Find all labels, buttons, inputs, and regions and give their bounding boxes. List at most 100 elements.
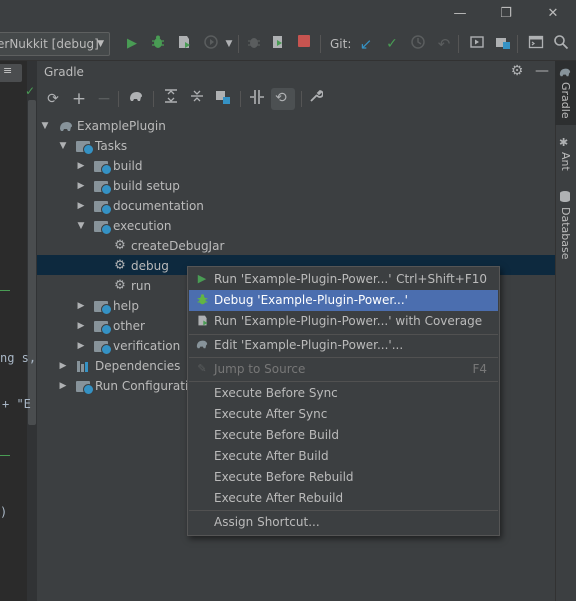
close-button[interactable]: ✕ xyxy=(541,4,565,24)
expand-arrow-icon[interactable]: ▶ xyxy=(76,296,86,316)
refresh-icon[interactable]: ⟳ xyxy=(43,89,63,109)
task-folder-icon xyxy=(94,181,112,195)
toolbar-divider xyxy=(458,35,459,53)
menu-item-shortcut: F4 xyxy=(472,362,487,376)
gear-icon: ⚙ xyxy=(114,238,126,253)
menu-item-debug[interactable]: Debug 'Example-Plugin-Power...' xyxy=(189,290,498,311)
menu-item-label: Execute Before Sync xyxy=(214,386,338,400)
restore-button[interactable]: ❐ xyxy=(494,4,518,24)
minimize-button[interactable]: — xyxy=(448,4,472,24)
run-configuration-select[interactable]: erNukkit [debug] ▼ xyxy=(0,32,110,56)
run-with-coverage-icon[interactable] xyxy=(174,34,194,54)
tree-node-label: execution xyxy=(113,219,172,233)
hide-panel-button[interactable]: — xyxy=(533,62,551,80)
menu-item-execute-after-rebuild[interactable]: Execute After Rebuild xyxy=(189,488,498,509)
menu-separator xyxy=(189,357,498,358)
expand-arrow-icon[interactable]: ▶ xyxy=(76,156,86,176)
menu-item-label: Run 'Example-Plugin-Power...' xyxy=(214,272,392,286)
editor-scrollbar[interactable] xyxy=(28,100,36,425)
search-icon[interactable] xyxy=(551,34,571,54)
expand-arrow-icon[interactable]: ▼ xyxy=(40,116,50,136)
menu-item-jump-to-source[interactable]: ✎ Jump to Source F4 xyxy=(189,359,498,380)
expand-all-icon[interactable] xyxy=(161,89,181,109)
editor-code-line: ng s, xyxy=(0,351,37,365)
menu-item-label: Execute Before Build xyxy=(214,428,339,442)
menu-item-assign-shortcut[interactable]: Assign Shortcut... xyxy=(189,512,498,533)
build-tool-settings-icon[interactable] xyxy=(306,89,326,109)
tree-node-label: verification xyxy=(113,339,181,353)
task-folder-icon xyxy=(94,301,112,315)
debug-icon[interactable] xyxy=(148,34,168,54)
git-update-icon[interactable]: ↙ xyxy=(356,34,376,54)
panel-title: Gradle xyxy=(44,65,84,79)
remove-icon[interactable]: − xyxy=(94,89,114,109)
gradle-elephant-icon xyxy=(558,66,572,81)
attach-debugger-icon[interactable] xyxy=(244,34,264,54)
git-history-icon[interactable] xyxy=(408,34,428,54)
git-label: Git: xyxy=(330,37,352,51)
gear-icon[interactable]: ⚙ xyxy=(508,62,526,80)
menu-item-execute-after-sync[interactable]: Execute After Sync xyxy=(189,404,498,425)
show-dependencies-button[interactable]: ⟲ xyxy=(271,88,295,110)
presentation-icon[interactable] xyxy=(467,34,487,54)
task-folder-icon xyxy=(94,201,112,215)
change-marker xyxy=(0,455,10,456)
menu-item-label: Execute Before Rebuild xyxy=(214,470,354,484)
menu-item-execute-before-build[interactable]: Execute Before Build xyxy=(189,425,498,446)
toolbar-divider xyxy=(320,35,321,53)
rerun-icon[interactable] xyxy=(268,34,288,54)
menu-icon: ≡ xyxy=(3,64,13,77)
execute-gradle-task-icon[interactable] xyxy=(126,89,146,109)
task-folder-icon xyxy=(94,221,112,235)
menu-item-run[interactable]: ▶ Run 'Example-Plugin-Power...' Ctrl+Shi… xyxy=(189,269,498,290)
task-folder-icon xyxy=(76,381,94,395)
editor-tab-overflow[interactable]: ≡ xyxy=(0,64,22,82)
menu-item-label: Jump to Source xyxy=(214,362,306,376)
expand-arrow-icon[interactable]: ▶ xyxy=(58,376,68,396)
main-toolbar: erNukkit [debug] ▼ ▶ ▼ Git: ↙ ✓ ↶ xyxy=(0,28,576,61)
gradle-elephant-icon xyxy=(195,338,209,352)
group-modules-icon[interactable] xyxy=(213,89,233,109)
menu-item-label: Execute After Build xyxy=(214,449,329,463)
expand-arrow-icon[interactable]: ▼ xyxy=(76,216,86,236)
toolbar-divider xyxy=(517,35,518,53)
git-commit-icon[interactable]: ✓ xyxy=(382,34,402,54)
profile-icon[interactable] xyxy=(201,34,221,54)
menu-item-execute-before-sync[interactable]: Execute Before Sync xyxy=(189,383,498,404)
run-icon[interactable]: ▶ xyxy=(122,34,142,54)
dependencies-icon xyxy=(76,359,90,379)
project-structure-icon[interactable] xyxy=(493,34,513,54)
add-icon[interactable]: + xyxy=(69,89,89,109)
expand-arrow-icon[interactable]: ▶ xyxy=(58,356,68,376)
menu-item-edit-configuration[interactable]: Edit 'Example-Plugin-Power...'... xyxy=(189,335,498,356)
expand-arrow-icon[interactable]: ▼ xyxy=(58,136,68,156)
stop-icon[interactable] xyxy=(294,34,314,54)
gear-icon: ⚙ xyxy=(114,278,126,293)
task-folder-icon xyxy=(94,161,112,175)
tab-gradle-label: Gradle xyxy=(559,82,572,119)
menu-separator xyxy=(189,381,498,382)
debug-icon xyxy=(195,293,209,307)
chevron-down-icon[interactable]: ▼ xyxy=(219,34,239,54)
tree-node-label: ExamplePlugin xyxy=(77,119,166,133)
git-rollback-icon[interactable]: ↶ xyxy=(434,34,454,54)
check-icon: ✓ xyxy=(25,84,36,98)
menu-item-execute-after-build[interactable]: Execute After Build xyxy=(189,446,498,467)
tree-node-label: build setup xyxy=(113,179,180,193)
menu-item-label: Execute After Sync xyxy=(214,407,328,421)
menu-item-run-with-coverage[interactable]: Run 'Example-Plugin-Power...' with Cover… xyxy=(189,311,498,332)
change-marker xyxy=(0,290,10,291)
terminal-icon[interactable] xyxy=(526,34,546,54)
menu-item-execute-before-rebuild[interactable]: Execute Before Rebuild xyxy=(189,467,498,488)
tab-ant[interactable]: Ant xyxy=(559,152,572,171)
tab-database[interactable]: Database xyxy=(559,207,572,260)
expand-arrow-icon[interactable]: ▶ xyxy=(76,176,86,196)
expand-arrow-icon[interactable]: ▶ xyxy=(76,196,86,216)
menu-item-label: Run 'Example-Plugin-Power...' with Cover… xyxy=(214,314,483,328)
context-menu: ▶ Run 'Example-Plugin-Power...' Ctrl+Shi… xyxy=(187,266,500,536)
expand-arrow-icon[interactable]: ▶ xyxy=(76,336,86,356)
expand-arrow-icon[interactable]: ▶ xyxy=(76,316,86,336)
toggle-offline-mode-icon[interactable] xyxy=(247,89,267,109)
collapse-all-icon[interactable] xyxy=(187,89,207,109)
task-folder-icon xyxy=(76,141,94,155)
